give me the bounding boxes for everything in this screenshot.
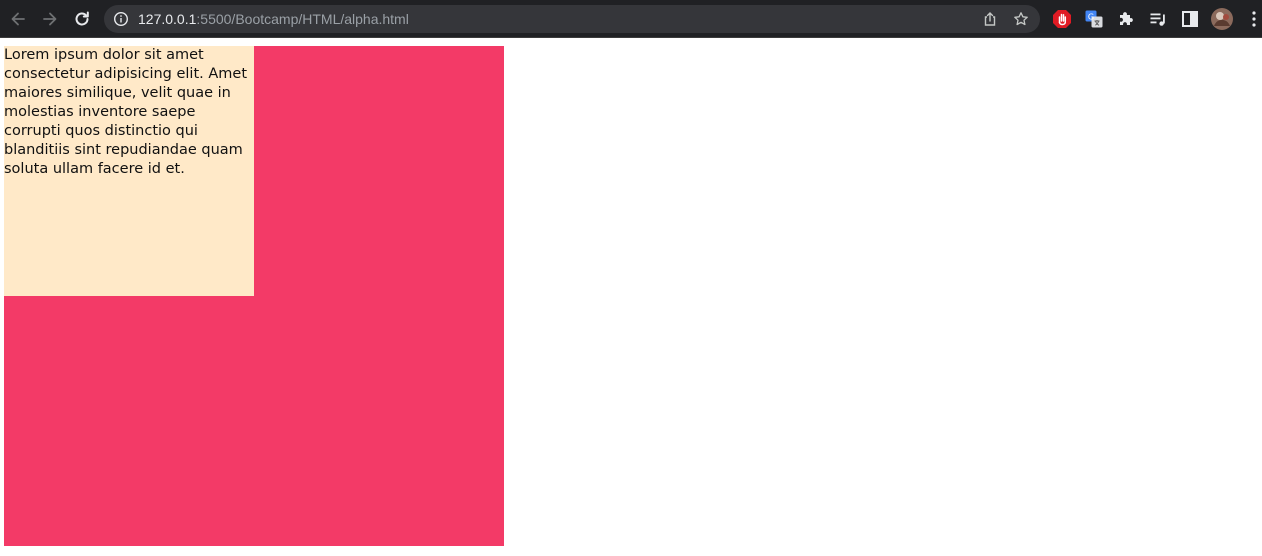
outer-box: Lorem ipsum dolor sit amet consectetur a… <box>4 46 504 546</box>
hand-stop-icon <box>1053 10 1071 28</box>
side-panel-icon <box>1182 11 1198 27</box>
media-control-button[interactable] <box>1148 9 1168 29</box>
reload-icon <box>75 11 89 26</box>
share-button[interactable] <box>981 10 999 28</box>
url-host: 127.0.0.1 <box>138 11 197 27</box>
star-icon <box>1014 12 1028 26</box>
inner-box: Lorem ipsum dolor sit amet consectetur a… <box>4 46 254 296</box>
avatar <box>1211 8 1233 30</box>
media-queue-icon <box>1150 13 1165 26</box>
profile-button[interactable] <box>1210 7 1234 31</box>
address-bar[interactable]: 127.0.0.1:5500/Bootcamp/HTML/alpha.html <box>104 5 1040 33</box>
side-panel-button[interactable] <box>1180 9 1200 29</box>
lorem-paragraph: Lorem ipsum dolor sit amet consectetur a… <box>4 47 248 177</box>
google-translate-icon: G <box>1085 10 1103 28</box>
url-path: :5500/Bootcamp/HTML/alpha.html <box>196 11 409 27</box>
kebab-menu-icon <box>1252 11 1256 27</box>
puzzle-icon <box>1120 12 1133 25</box>
bookmark-button[interactable] <box>1012 10 1030 28</box>
url-text[interactable]: 127.0.0.1:5500/Bootcamp/HTML/alpha.html <box>138 10 409 28</box>
reload-button[interactable] <box>70 7 94 31</box>
translate-extension-button[interactable]: G <box>1084 9 1104 29</box>
page-viewport: Lorem ipsum dolor sit amet consectetur a… <box>0 38 1262 556</box>
arrow-left-icon <box>11 12 25 26</box>
chrome-menu-button[interactable] <box>1246 9 1262 29</box>
arrow-right-icon <box>43 12 57 26</box>
adblock-extension-button[interactable] <box>1052 9 1072 29</box>
info-icon[interactable] <box>113 11 129 27</box>
browser-toolbar: 127.0.0.1:5500/Bootcamp/HTML/alpha.html … <box>0 0 1262 38</box>
svg-text:G: G <box>1088 12 1094 21</box>
extensions-button[interactable] <box>1116 9 1136 29</box>
forward-button[interactable] <box>38 7 62 31</box>
back-button[interactable] <box>6 7 30 31</box>
share-icon <box>984 12 996 26</box>
